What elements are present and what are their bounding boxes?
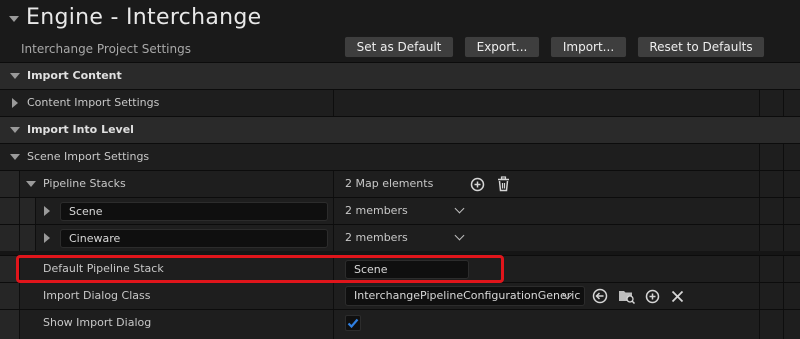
property-label: Pipeline Stacks <box>43 177 126 190</box>
add-icon[interactable] <box>645 289 660 304</box>
property-label: Show Import Dialog <box>43 316 152 329</box>
map-elements-count: 2 Map elements <box>345 177 434 190</box>
add-element-icon[interactable] <box>470 177 485 192</box>
row-pipeline-entry-cineware[interactable]: Cineware 2 members <box>0 224 800 251</box>
property-label: Content Import Settings <box>27 96 160 109</box>
import-button[interactable]: Import... <box>550 36 627 58</box>
export-button[interactable]: Export... <box>464 36 540 58</box>
selected-class-value: InterchangePipelineConfigurationGeneric <box>354 289 581 302</box>
row-import-dialog-class[interactable]: Import Dialog Class InterchangePipelineC… <box>0 282 800 309</box>
collapsed-caret-icon[interactable] <box>44 206 50 216</box>
members-count: 2 members <box>345 204 408 217</box>
expand-caret-icon[interactable] <box>10 73 20 79</box>
row-pipeline-stacks[interactable]: Pipeline Stacks 2 Map elements <box>0 170 800 197</box>
clear-icon[interactable] <box>671 290 684 303</box>
browse-back-icon[interactable] <box>592 288 608 304</box>
chevron-down-icon[interactable] <box>454 230 465 241</box>
category-label: Import Content <box>27 69 122 82</box>
delete-icon[interactable] <box>496 176 511 192</box>
pipeline-key-input[interactable]: Cineware <box>60 229 328 248</box>
row-pipeline-entry-scene[interactable]: Scene 2 members <box>0 197 800 224</box>
import-dialog-class-select[interactable]: InterchangePipelineConfigurationGeneric <box>345 286 585 306</box>
expand-caret-icon[interactable] <box>10 127 20 133</box>
expand-caret-icon[interactable] <box>26 181 36 187</box>
row-content-import-settings[interactable]: Content Import Settings <box>0 89 800 116</box>
set-as-default-button[interactable]: Set as Default <box>344 36 454 58</box>
row-show-import-dialog[interactable]: Show Import Dialog <box>0 309 800 339</box>
collapsed-caret-icon[interactable] <box>44 233 50 243</box>
collapsed-caret-icon[interactable] <box>12 98 18 108</box>
members-count: 2 members <box>345 231 408 244</box>
reset-to-defaults-button[interactable]: Reset to Defaults <box>637 36 765 58</box>
collapse-caret-icon[interactable] <box>9 16 19 22</box>
show-import-dialog-checkbox[interactable] <box>345 315 361 331</box>
property-label: Scene Import Settings <box>27 150 150 163</box>
settings-header: Engine - Interchange Interchange Project… <box>0 0 800 63</box>
category-label: Import Into Level <box>27 123 134 136</box>
page-title: Engine - Interchange <box>26 5 262 30</box>
property-label: Import Dialog Class <box>43 289 151 302</box>
chevron-down-icon[interactable] <box>454 203 465 214</box>
expand-caret-icon[interactable] <box>10 154 20 160</box>
checkmark-icon <box>347 318 359 329</box>
page-subtitle: Interchange Project Settings <box>21 42 191 56</box>
pipeline-key-input[interactable]: Scene <box>60 202 328 221</box>
highlight-annotation <box>16 255 504 283</box>
category-import-into-level[interactable]: Import Into Level <box>0 116 800 143</box>
category-import-content[interactable]: Import Content <box>0 62 800 89</box>
browse-folder-icon[interactable] <box>618 288 636 304</box>
row-scene-import-settings[interactable]: Scene Import Settings <box>0 143 800 170</box>
